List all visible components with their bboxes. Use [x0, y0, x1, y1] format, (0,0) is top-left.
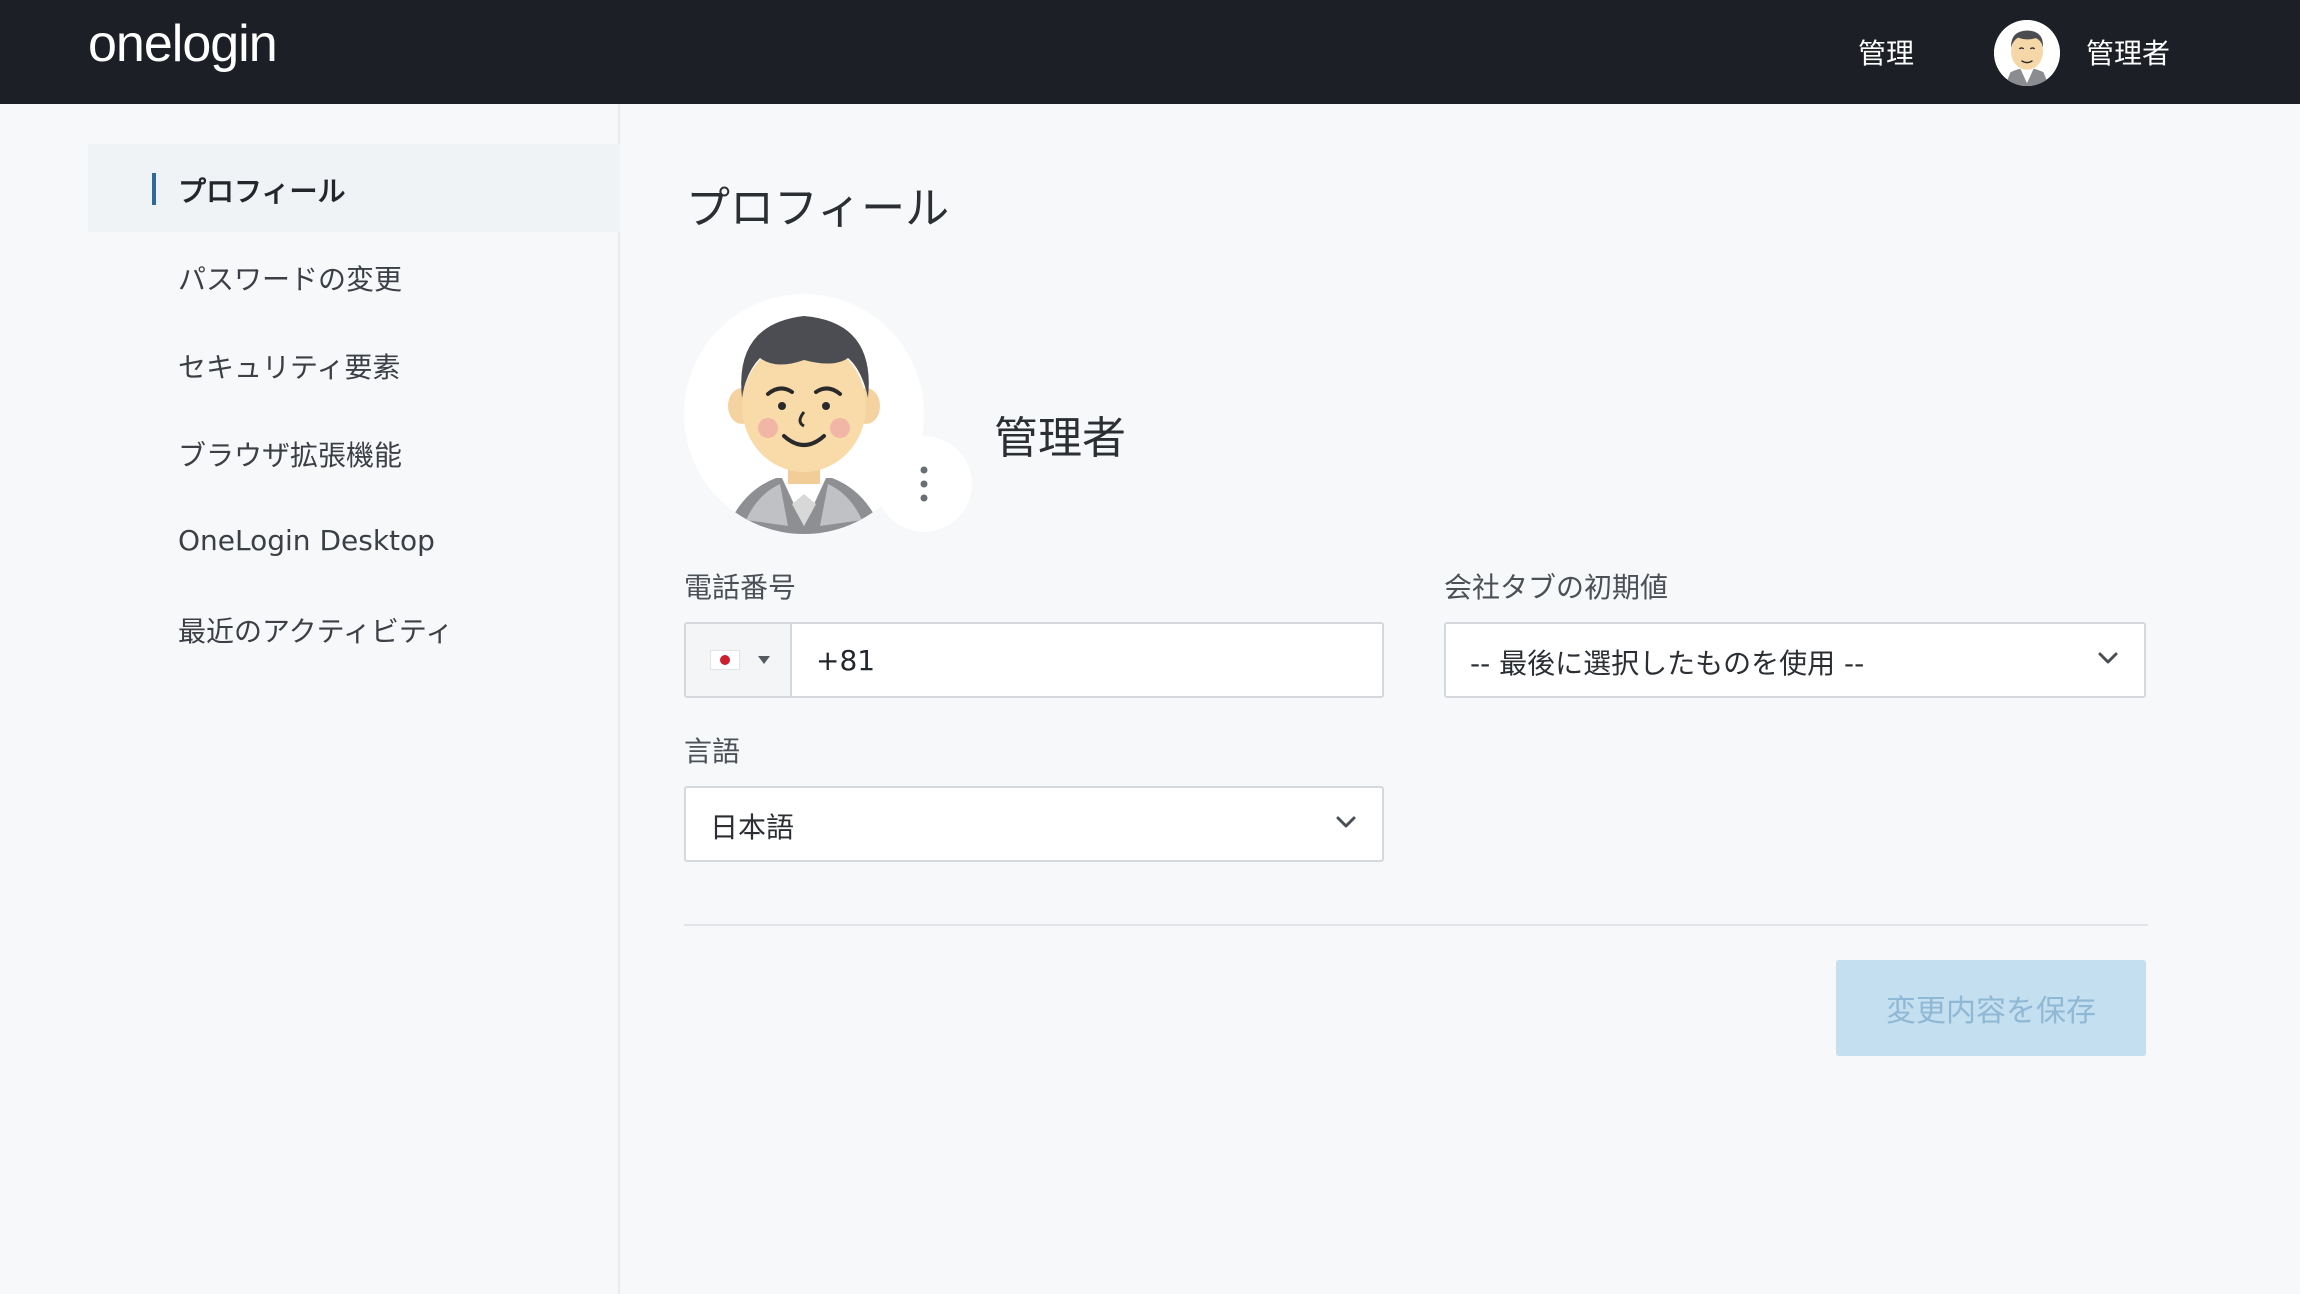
phone-field — [684, 622, 1384, 698]
chevron-down-icon — [2098, 652, 2118, 664]
sidebar-item-browser-extension[interactable]: ブラウザ拡張機能 — [178, 434, 402, 474]
japan-flag-icon — [710, 650, 740, 670]
sidebar-active-highlight — [88, 144, 620, 232]
sidebar: プロフィール パスワードの変更 セキュリティ要素 ブラウザ拡張機能 OneLog… — [0, 104, 620, 1294]
caret-down-icon — [758, 656, 770, 664]
sidebar-item-change-password[interactable]: パスワードの変更 — [178, 258, 402, 298]
admin-link[interactable]: 管理 — [1858, 32, 1914, 72]
more-vertical-icon — [920, 466, 928, 502]
language-value: 日本語 — [710, 811, 795, 844]
user-avatar[interactable] — [1994, 20, 2060, 86]
sidebar-item-onelogin-desktop[interactable]: OneLogin Desktop — [178, 524, 435, 557]
sidebar-item-recent-activity[interactable]: 最近のアクティビティ — [178, 610, 453, 650]
phone-label: 電話番号 — [684, 571, 797, 604]
avatar-more-button[interactable] — [876, 436, 972, 532]
sidebar-item-security-factors[interactable]: セキュリティ要素 — [178, 346, 400, 386]
sidebar-item-profile[interactable]: プロフィール — [178, 170, 345, 210]
company-tab-value: -- 最後に選択したものを使用 -- — [1470, 647, 1865, 680]
chevron-down-icon — [1336, 816, 1356, 828]
language-select[interactable]: 日本語 — [684, 786, 1384, 862]
language-label: 言語 — [684, 735, 741, 768]
onelogin-logo[interactable]: onelogin — [88, 14, 278, 74]
company-tab-label: 会社タブの初期値 — [1444, 571, 1669, 604]
avatar-illustration-icon — [1994, 20, 2060, 86]
company-tab-select[interactable]: -- 最後に選択したものを使用 -- — [1444, 622, 2146, 698]
profile-name: 管理者 — [994, 413, 1126, 464]
save-changes-button[interactable]: 変更内容を保存 — [1836, 960, 2146, 1056]
page-title: プロフィール — [686, 183, 950, 234]
sidebar-active-indicator — [152, 173, 156, 205]
country-code-select[interactable] — [686, 624, 792, 696]
form-divider — [684, 924, 2148, 926]
phone-input[interactable] — [792, 624, 1382, 696]
top-bar: onelogin 管理 管理者 — [0, 0, 2300, 104]
top-username[interactable]: 管理者 — [2086, 32, 2170, 72]
